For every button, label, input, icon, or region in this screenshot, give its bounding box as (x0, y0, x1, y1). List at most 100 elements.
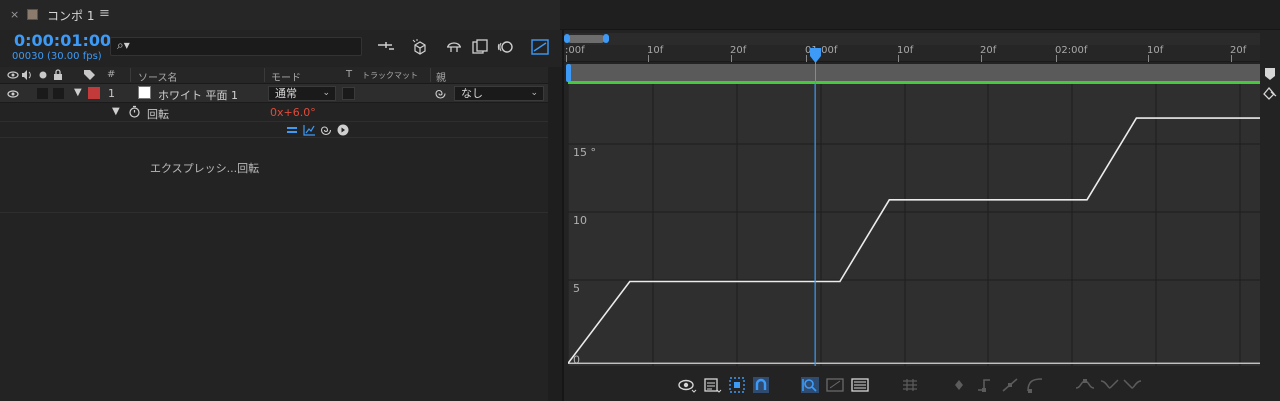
separate-dimensions-icon (903, 379, 917, 391)
draft-3d-icon[interactable] (410, 38, 430, 56)
ruler-tick-mark (731, 55, 732, 62)
column-divider (130, 68, 131, 82)
close-tab-icon[interactable]: × (10, 8, 19, 21)
col-source-name[interactable]: ソース名 (138, 69, 178, 84)
solo-toggle[interactable] (37, 88, 48, 99)
lock-icon[interactable] (52, 68, 64, 81)
frame-blending-icon[interactable] (470, 38, 490, 56)
motion-blur-icon[interactable] (496, 38, 516, 56)
ruler-tick-label: 20f (1230, 45, 1247, 56)
ruler-tick-label: 10f (897, 45, 914, 56)
track-matte-box[interactable] (342, 87, 355, 100)
col-mode: モード (271, 73, 301, 84)
speaker-icon[interactable] (20, 69, 32, 81)
show-properties-icon[interactable] (677, 376, 697, 394)
time-navigator[interactable] (564, 33, 1260, 45)
ruler-tick-label: 20f (980, 45, 997, 56)
blend-mode-select[interactable]: 通常 ⌄ (268, 86, 336, 101)
playhead-handle-icon[interactable] (809, 47, 822, 64)
time-navigator-handle[interactable] (567, 35, 605, 43)
pick-whip-icon[interactable] (434, 87, 447, 100)
keyframe-edit-icon (955, 380, 963, 390)
linear-keyframe-icon (1002, 378, 1018, 392)
parent-value: なし (461, 87, 483, 100)
layer-name[interactable]: ホワイト 平面 1 (158, 87, 238, 103)
chevron-down-icon: ⌄ (322, 88, 330, 98)
transform-box-icon[interactable] (727, 376, 747, 394)
ruler-tick-label: 20f (730, 45, 747, 56)
ruler-tick-label: 10f (647, 45, 664, 56)
tag-icon[interactable] (83, 69, 96, 81)
zoom-to-fit-icon[interactable] (850, 376, 870, 394)
easy-ease-icon (1075, 379, 1095, 389)
expand-triangle-icon[interactable]: ▼ (112, 106, 120, 117)
solo-icon[interactable] (38, 70, 48, 80)
comp-mini-flowchart-icon[interactable] (376, 38, 396, 56)
graph-options-icon[interactable] (702, 376, 722, 394)
expression-enable-icon[interactable] (286, 124, 298, 136)
layer-number: 1 (108, 87, 115, 100)
graph-editor-icon[interactable] (530, 38, 550, 56)
lock-toggle[interactable] (53, 88, 64, 99)
navigator-start-handle[interactable] (564, 34, 570, 43)
ruler-tick-mark (1056, 55, 1057, 62)
graph-value-label: 5 (573, 282, 580, 295)
layer-search-input[interactable] (110, 37, 362, 56)
search-icon[interactable]: ⌕▾ (117, 38, 130, 53)
expand-triangle-icon[interactable]: ▼ (74, 87, 82, 98)
col-number: # (107, 69, 116, 80)
graph-side-strip (1260, 64, 1280, 366)
tab-title[interactable]: コンポ 1 (47, 7, 94, 24)
graph-value-label: 10 (573, 214, 587, 227)
col-parent: 親 (436, 73, 446, 84)
fit-selection-icon[interactable] (800, 376, 820, 394)
work-area-bar[interactable] (568, 64, 1260, 82)
solid-thumbnail (138, 86, 151, 99)
ruler-tick-label: 02:00f (1055, 45, 1088, 56)
graph-value-label: 15 ° (573, 146, 596, 159)
expression-controls-row (0, 122, 548, 138)
expression-field-area[interactable] (0, 138, 548, 213)
property-value[interactable]: 0x+6.0° (270, 106, 316, 119)
ruler-tick-mark (898, 55, 899, 62)
auto-bezier-icon (1027, 378, 1043, 393)
stopwatch-icon[interactable] (128, 105, 141, 118)
shy-layers-icon[interactable] (444, 38, 464, 56)
ruler-tick-mark (648, 55, 649, 62)
expression-language-menu-icon[interactable] (337, 124, 349, 136)
chevron-down-icon: ⌄ (530, 88, 538, 98)
ruler-tick-mark (806, 55, 807, 62)
ruler-tick-label: :00f (565, 45, 585, 56)
expression-pick-whip-icon[interactable] (320, 124, 332, 136)
ruler-tick-label: 10f (1147, 45, 1164, 56)
ruler-tick-mark (1231, 55, 1232, 62)
hold-keyframe-icon (978, 379, 990, 392)
current-timecode[interactable]: 0:00:01:00 (14, 31, 111, 50)
snap-hand-icon[interactable] (1262, 86, 1278, 100)
work-area-end-marker-icon[interactable] (1264, 67, 1276, 80)
panel-menu-icon[interactable]: ≡ (99, 6, 110, 21)
layer-label-color[interactable] (88, 87, 100, 99)
blend-mode-value: 通常 (275, 87, 297, 100)
snap-magnet-icon[interactable] (751, 376, 771, 394)
layer-visibility-icon[interactable] (7, 88, 19, 100)
frame-count: 00030 (30.00 fps) (12, 51, 102, 62)
easy-ease-out-icon (1123, 379, 1142, 389)
ruler-tick-mark (1148, 55, 1149, 62)
col-t: T (346, 69, 353, 80)
work-area-start-handle[interactable] (566, 64, 571, 82)
navigator-end-handle[interactable] (603, 34, 609, 43)
expression-label[interactable]: エクスプレッシ...回転 (150, 160, 259, 176)
eye-icon[interactable] (7, 69, 19, 81)
expression-graph-icon[interactable] (303, 124, 316, 136)
layer-panel-scrollbar[interactable] (548, 67, 562, 401)
easy-ease-in-icon (1100, 379, 1119, 389)
column-divider (430, 68, 431, 82)
graph-toolbar (564, 366, 1280, 401)
ruler-tick-mark (981, 55, 982, 62)
ruler-tick-mark (566, 55, 567, 62)
fit-all-icon[interactable] (825, 376, 845, 394)
value-graph[interactable]: 15 °1050 (568, 84, 1260, 366)
comp-color-swatch (27, 9, 38, 20)
parent-select[interactable]: なし ⌄ (454, 86, 544, 101)
